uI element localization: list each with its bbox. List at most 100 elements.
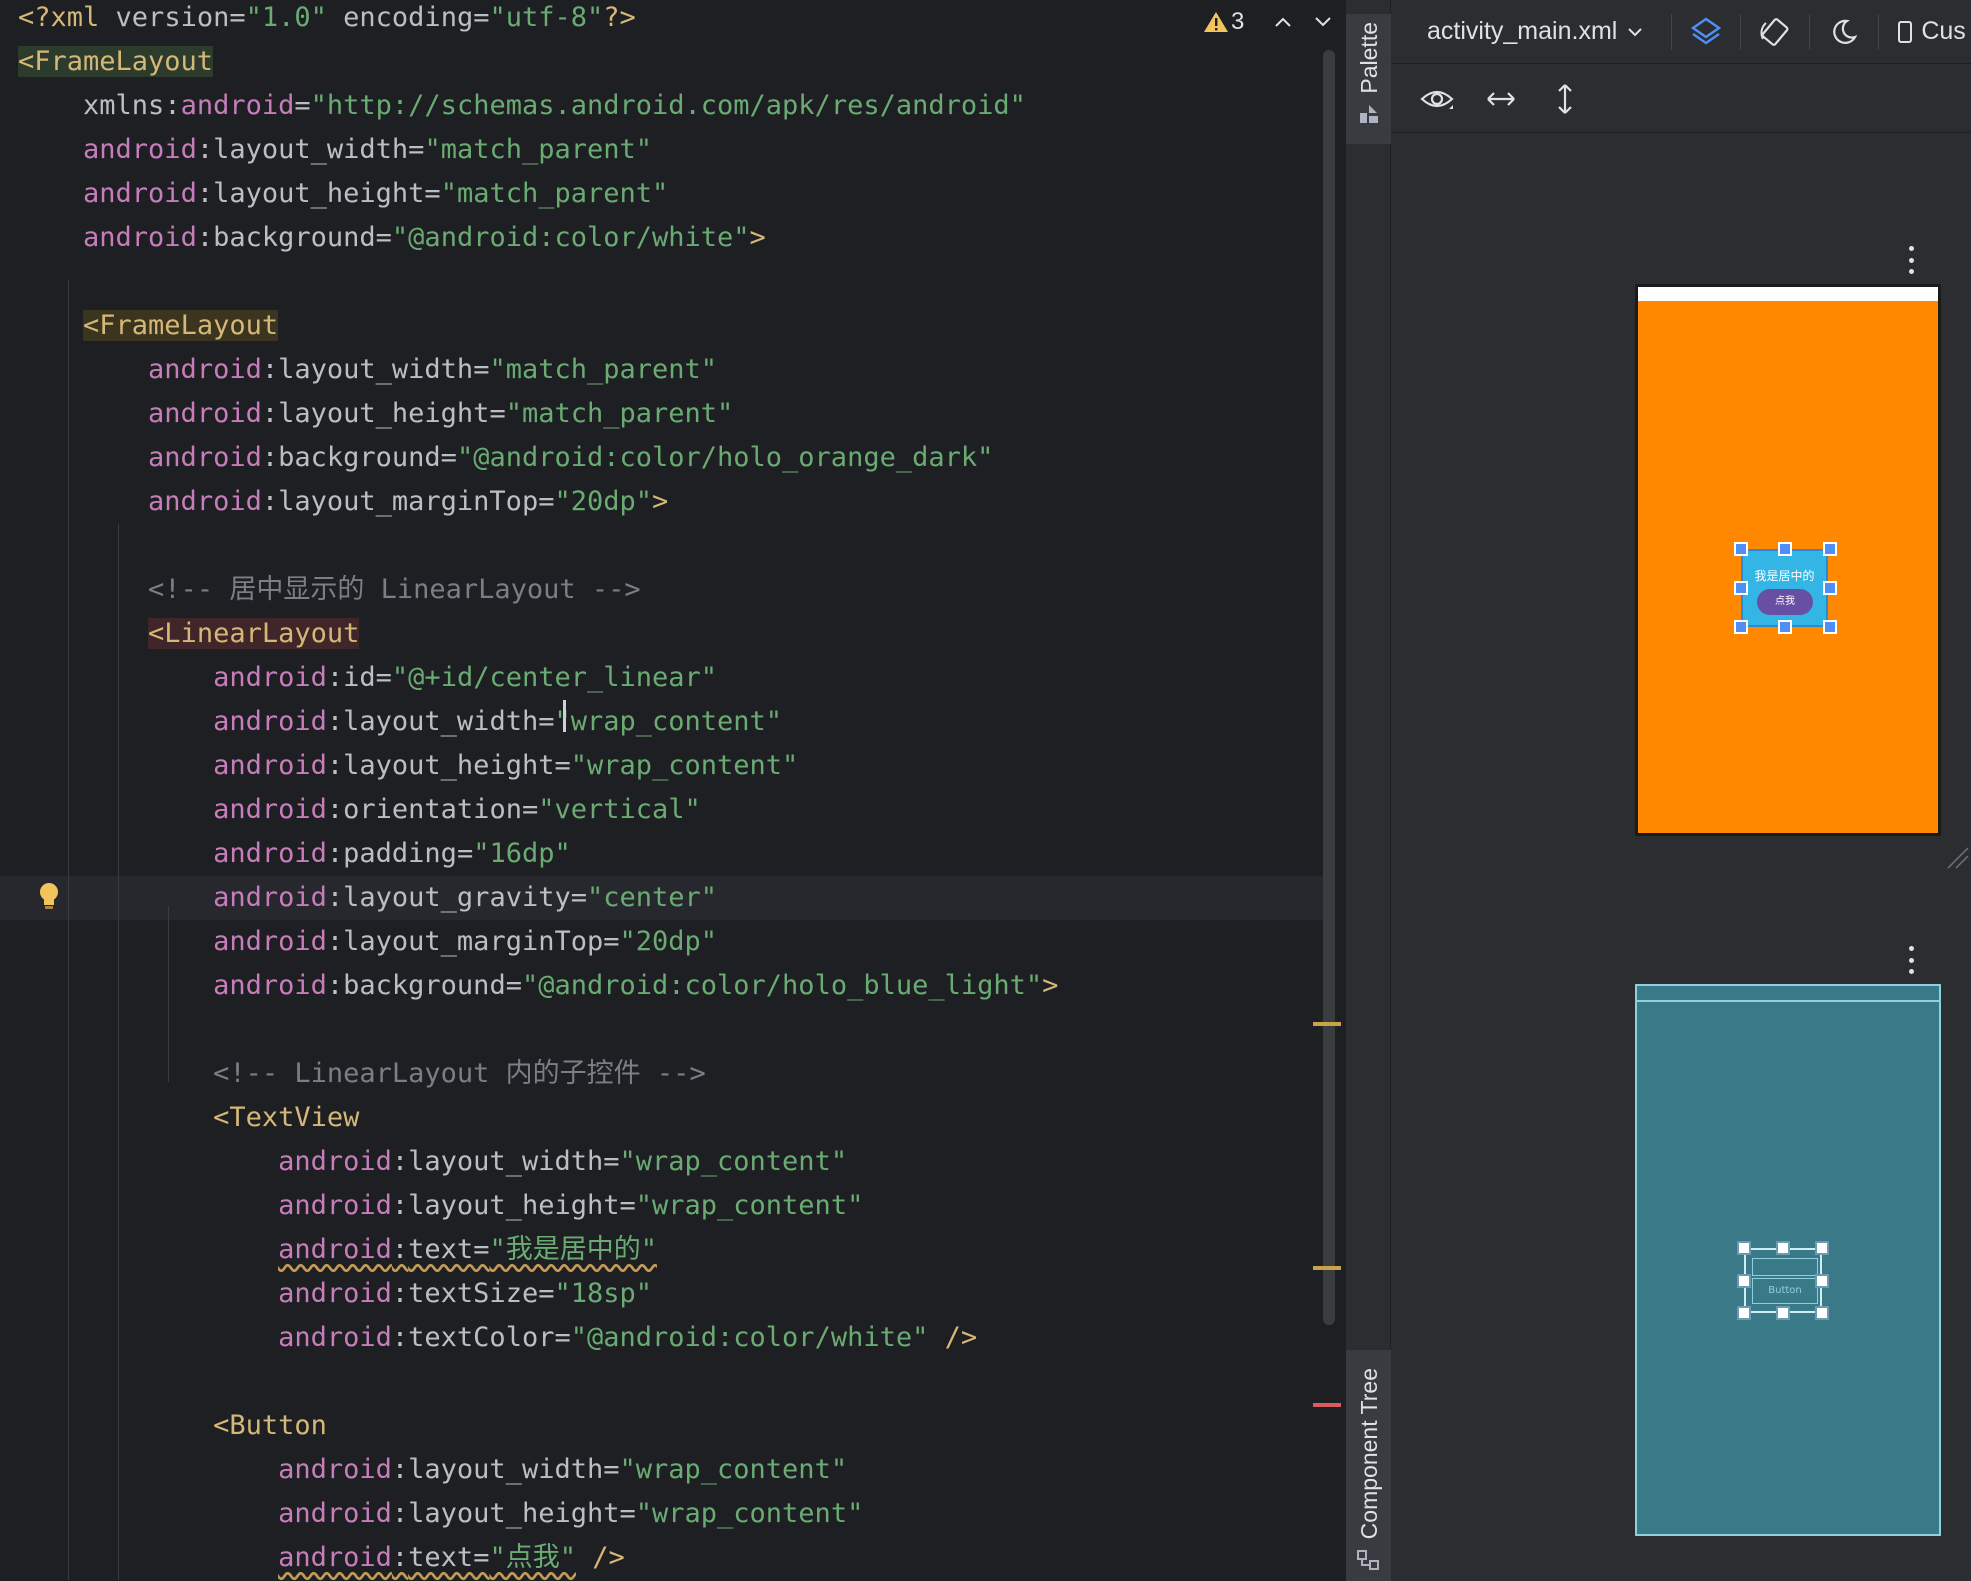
warning-marker[interactable] <box>1313 1266 1341 1270</box>
selection-handle[interactable] <box>1737 1306 1751 1320</box>
code-token-attrns: android <box>278 1454 392 1485</box>
resize-grip-icon[interactable] <box>1946 846 1970 870</box>
selection-handle[interactable] <box>1776 1306 1790 1320</box>
warning-icon[interactable] <box>1199 5 1233 39</box>
blueprint-preview[interactable]: Button <box>1635 984 1941 1536</box>
selection-handle[interactable] <box>1815 1306 1829 1320</box>
toolbar-separator <box>1878 13 1880 50</box>
horizontal-resize-icon[interactable] <box>1477 75 1525 123</box>
code-line[interactable] <box>0 1008 1330 1052</box>
code-line[interactable]: xmlns:android="http://schemas.android.co… <box>0 84 1330 128</box>
code-token-eq: = <box>538 1278 555 1309</box>
code-line[interactable]: android:layout_width="wrap_content" <box>0 1140 1330 1184</box>
blueprint-button[interactable]: Button <box>1752 1278 1818 1304</box>
code-line[interactable]: android:layout_width="match_parent" <box>0 128 1330 172</box>
device-select-dropdown[interactable]: Cus <box>1889 17 1966 46</box>
code-line[interactable] <box>0 260 1330 304</box>
file-select-dropdown[interactable]: activity_main.xml <box>1391 0 1661 64</box>
selection-handle[interactable] <box>1823 542 1837 556</box>
code-line[interactable]: android:text="我是居中的" <box>0 1228 1330 1272</box>
design-preview[interactable]: 我是居中的 点我 <box>1635 284 1941 836</box>
code-line[interactable]: android:layout_width="match_parent" <box>0 348 1330 392</box>
code-line[interactable]: android:layout_width="wrap_content" <box>0 700 1330 744</box>
error-marker[interactable] <box>1313 1403 1341 1407</box>
more-options-icon[interactable] <box>1907 246 1915 274</box>
editor-scrollbar[interactable] <box>1323 50 1335 1325</box>
code-line[interactable]: android:layout_height="match_parent" <box>0 172 1330 216</box>
center-linear-layout[interactable]: 我是居中的 点我 <box>1741 549 1828 627</box>
code-line[interactable]: android:layout_marginTop="20dp" <box>0 920 1330 964</box>
center-button[interactable]: 点我 <box>1757 589 1813 615</box>
code-line[interactable] <box>0 524 1330 568</box>
eye-icon[interactable] <box>1413 75 1461 123</box>
selection-handle[interactable] <box>1823 581 1837 595</box>
code-line[interactable]: android:textSize="18sp" <box>0 1272 1330 1316</box>
code-token-attrns: android <box>148 486 262 517</box>
selection-handle[interactable] <box>1776 1241 1790 1255</box>
selection-handle[interactable] <box>1823 620 1837 634</box>
previous-highlight-icon[interactable] <box>1266 5 1300 39</box>
selection-handle[interactable] <box>1734 581 1748 595</box>
phone-icon <box>1898 20 1913 43</box>
code-token-str: "1.0" <box>245 2 327 33</box>
code-line[interactable]: android:layout_height="wrap_content" <box>0 1184 1330 1228</box>
design-canvas[interactable]: 我是居中的 点我 Button <box>1391 134 1971 1581</box>
selection-handle[interactable] <box>1815 1241 1829 1255</box>
code-token-tag: > <box>749 222 766 253</box>
selection-handle[interactable] <box>1778 542 1792 556</box>
night-mode-icon[interactable] <box>1820 8 1868 56</box>
blueprint-textview[interactable] <box>1752 1258 1818 1276</box>
code-line[interactable] <box>0 1360 1330 1404</box>
code-line[interactable]: android:layout_height="wrap_content" <box>0 1492 1330 1536</box>
blueprint-linear-layout[interactable]: Button <box>1744 1248 1822 1313</box>
warning-marker[interactable] <box>1313 1022 1341 1026</box>
code-token-eq: : <box>326 706 344 737</box>
code-token-attrns: android <box>213 750 327 781</box>
code-line[interactable]: android:layout_height="match_parent" <box>0 392 1330 436</box>
code-line[interactable]: <FrameLayout <box>0 40 1330 84</box>
code-line[interactable]: android:layout_width="wrap_content" <box>0 1448 1330 1492</box>
code-line[interactable]: android:background="@android:color/holo_… <box>0 964 1330 1008</box>
code-line[interactable]: android:layout_gravity="center" <box>0 876 1330 920</box>
code-line[interactable]: <?xml version="1.0" encoding="utf-8"?> <box>0 0 1330 40</box>
code-line[interactable]: android:orientation="vertical" <box>0 788 1330 832</box>
code-line[interactable]: <FrameLayout <box>0 304 1330 348</box>
orientation-icon[interactable] <box>1751 8 1799 56</box>
selection-handle[interactable] <box>1734 620 1748 634</box>
code-token-eq: : <box>261 442 279 473</box>
code-line[interactable]: android:text="点我" /> <box>0 1536 1330 1580</box>
code-line[interactable]: android:layout_marginTop="20dp"> <box>0 480 1330 524</box>
palette-tab[interactable]: Palette <box>1346 14 1392 144</box>
selection-handle[interactable] <box>1815 1274 1829 1288</box>
selection-handle[interactable] <box>1778 620 1792 634</box>
code-line[interactable]: <Button <box>0 1404 1330 1448</box>
code-line[interactable]: <!-- 居中显示的 LinearLayout --> <box>0 568 1330 612</box>
code-line[interactable]: <TextView <box>0 1096 1330 1140</box>
vertical-resize-icon[interactable] <box>1541 75 1589 123</box>
code-line[interactable]: android:layout_height="wrap_content" <box>0 744 1330 788</box>
lightbulb-icon[interactable] <box>36 880 62 914</box>
palette-icon <box>1360 104 1378 123</box>
code-token-eq: = <box>473 2 490 33</box>
code-line[interactable]: android:background="@android:color/holo_… <box>0 436 1330 480</box>
component-tree-tab[interactable]: Component Tree <box>1346 1350 1392 1581</box>
next-highlight-icon[interactable] <box>1306 5 1340 39</box>
selection-handle[interactable] <box>1737 1274 1751 1288</box>
code-line[interactable]: <LinearLayout <box>0 612 1330 656</box>
code-token-attr: layout_width <box>408 1146 604 1177</box>
code-line[interactable]: <!-- LinearLayout 内的子控件 --> <box>0 1052 1330 1096</box>
code-line[interactable]: android:padding="16dp" <box>0 832 1330 876</box>
code-token-str: "wrap_content" <box>635 1190 864 1221</box>
center-textview[interactable]: 我是居中的 <box>1743 567 1826 584</box>
selection-handle[interactable] <box>1734 542 1748 556</box>
selection-handle[interactable] <box>1737 1241 1751 1255</box>
code-line[interactable]: android:textColor="@android:color/white"… <box>0 1316 1330 1360</box>
code-token-eq: : <box>196 178 214 209</box>
code-line[interactable]: android:id="@+id/center_linear" <box>0 656 1330 700</box>
design-surface-icon[interactable] <box>1682 8 1730 56</box>
code-editor[interactable]: <?xml version="1.0" encoding="utf-8"?> <F… <box>0 0 1345 1581</box>
warning-count[interactable]: 3 <box>1231 8 1244 36</box>
code-line[interactable]: android:background="@android:color/white… <box>0 216 1330 260</box>
more-options-icon[interactable] <box>1907 946 1915 974</box>
